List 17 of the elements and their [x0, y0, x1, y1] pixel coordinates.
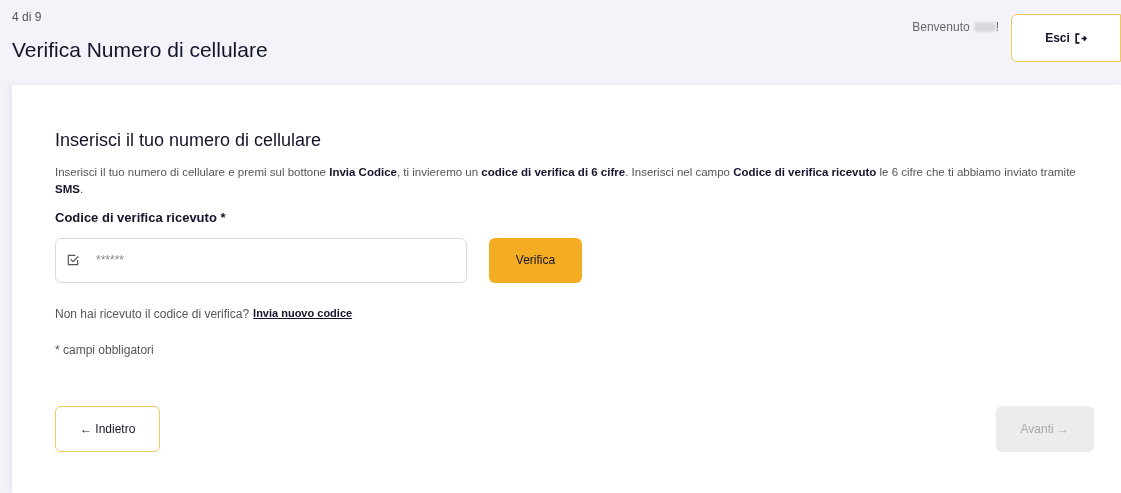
step-counter: 4 di 9 [12, 9, 43, 26]
page-title: Verifica Numero di cellulare [12, 37, 268, 63]
blurred-name [973, 22, 996, 32]
code-field[interactable]: ****** [55, 237, 467, 283]
resend-text: Non hai ricevuto il codice di verifica? [55, 305, 250, 323]
welcome-end: ! [995, 19, 999, 36]
logout-button[interactable]: Esci [1011, 14, 1121, 62]
required-note: * campi obbligatori [55, 341, 155, 359]
field-label: Codice di verifica ricevuto * [55, 209, 227, 227]
logout-icon [1073, 31, 1087, 45]
section-heading: Inserisci il tuo numero di cellulare [55, 129, 323, 152]
resend-link[interactable]: Invia nuovo codice [253, 305, 353, 322]
checkbox-icon [66, 252, 80, 267]
verify-button[interactable]: Verifica [489, 237, 582, 283]
nav-button[interactable]: ← Indietro [55, 405, 161, 452]
welcome-text: Benvenuto [912, 19, 970, 36]
intro-paragraph: Inserisci il tuo numero di cellulare e premi sul bottone Invia Codice, ti invieremo un codice di verifica di 6 cifre. Inserisci nel campo Codice di verifica ricevuto le 6 cifre che ti abbiamo inviato tramite SMS. [55, 165, 1077, 197]
